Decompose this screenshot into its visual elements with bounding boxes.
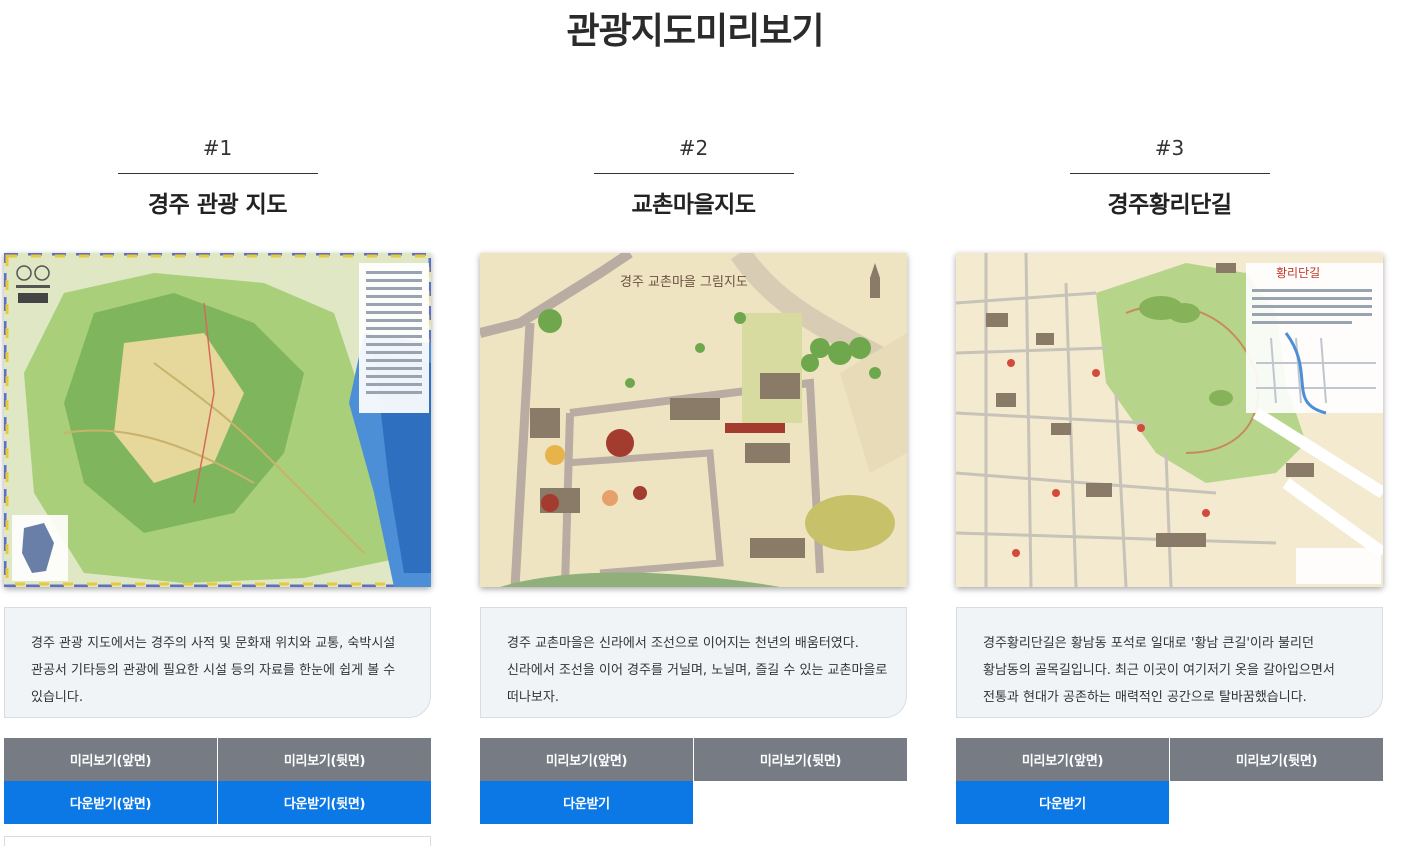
next-section-box — [4, 836, 431, 846]
card-number: #2 — [678, 136, 709, 160]
description-line: 떠나보자. — [507, 690, 559, 705]
description-line: 황남동의 골목길입니다. 최근 이곳이 여기저기 옷을 갈아입으면서 — [983, 663, 1335, 678]
download-buttons: 다운받기 — [956, 781, 1383, 824]
card-title: 경주 관광 지도 — [148, 192, 287, 218]
download-back-button[interactable]: 다운받기(뒷면) — [218, 781, 431, 824]
download-button[interactable]: 다운받기 — [956, 781, 1169, 824]
preview-buttons: 미리보기(앞면) 미리보기(뒷면) — [4, 738, 431, 781]
preview-back-button[interactable]: 미리보기(뒷면) — [218, 738, 431, 781]
page-title: 관광지도미리보기 — [566, 11, 825, 52]
description-line: 경주 관광 지도에서는 경주의 사적 및 문화재 위치와 교통, 숙박시설 — [31, 636, 396, 651]
card-description: 경주 교촌마을은 신라에서 조선으로 이어지는 천년의 배움터였다. 신라에서 … — [480, 607, 907, 718]
preview-front-button[interactable]: 미리보기(앞면) — [480, 738, 693, 781]
description-line: 신라에서 조선을 이어 경주를 거닐며, 노닐며, 즐길 수 있는 교촌마을로 — [507, 663, 888, 678]
preview-back-button[interactable]: 미리보기(뒷면) — [1170, 738, 1383, 781]
preview-back-button[interactable]: 미리보기(뒷면) — [694, 738, 907, 781]
preview-front-button[interactable]: 미리보기(앞면) — [956, 738, 1169, 781]
preview-buttons: 미리보기(앞면) 미리보기(뒷면) — [956, 738, 1383, 781]
preview-front-button[interactable]: 미리보기(앞면) — [4, 738, 217, 781]
download-buttons: 다운받기(앞면) 다운받기(뒷면) — [4, 781, 431, 824]
description-line: 경주 교촌마을은 신라에서 조선으로 이어지는 천년의 배움터였다. — [507, 636, 859, 651]
card-divider — [593, 173, 794, 174]
map-thumbnail-tourist[interactable] — [4, 253, 431, 587]
card-description: 경주황리단길은 황남동 포석로 일대로 '황남 큰길'이라 불리던 황남동의 골… — [956, 607, 1383, 718]
map-card-gyochon: #2 교촌마을지도 경주 교촌마을 그림지도 경주 교촌마을은 신라에서 조선으… — [480, 132, 907, 824]
card-title: 교촌마을지도 — [631, 192, 756, 218]
map-card-hwangridan: #3 경주황리단길 황리단길 경주황리단길은 황남동 포석로 일대로 '황남 큰… — [956, 132, 1383, 824]
card-number: #3 — [1154, 136, 1185, 160]
map-inner-title: 황리단길 — [1276, 266, 1320, 280]
preview-buttons: 미리보기(앞면) 미리보기(뒷면) — [480, 738, 907, 781]
hwangridan-map-image: 황리단길 — [956, 253, 1383, 587]
card-number: #1 — [202, 136, 233, 160]
card-title: 경주황리단길 — [1107, 192, 1232, 218]
gyochon-map-image: 경주 교촌마을 그림지도 — [480, 253, 907, 587]
map-inner-title: 경주 교촌마을 그림지도 — [620, 275, 748, 290]
map-card-tourist: #1 경주 관광 지도 경주 관광 지도에서는 경주의 사적 및 문화재 위치와… — [4, 132, 431, 824]
download-front-button[interactable]: 다운받기(앞면) — [4, 781, 217, 824]
map-thumbnail-gyochon[interactable]: 경주 교촌마을 그림지도 — [480, 253, 907, 587]
card-divider — [1069, 173, 1270, 174]
tourist-map-image — [4, 253, 431, 587]
card-divider — [117, 173, 318, 174]
card-description: 경주 관광 지도에서는 경주의 사적 및 문화재 위치와 교통, 숙박시설 관공… — [4, 607, 431, 718]
download-buttons: 다운받기 — [480, 781, 907, 824]
download-button[interactable]: 다운받기 — [480, 781, 693, 824]
description-line: 경주황리단길은 황남동 포석로 일대로 '황남 큰길'이라 불리던 — [983, 636, 1314, 651]
description-line: 있습니다. — [31, 690, 83, 705]
description-line: 관공서 기타등의 관광에 필요한 시설 등의 자료를 한눈에 쉽게 볼 수 — [31, 663, 396, 678]
map-thumbnail-hwangridan[interactable]: 황리단길 — [956, 253, 1383, 587]
description-line: 전통과 현대가 공존하는 매력적인 공간으로 탈바꿈했습니다. — [983, 690, 1307, 705]
